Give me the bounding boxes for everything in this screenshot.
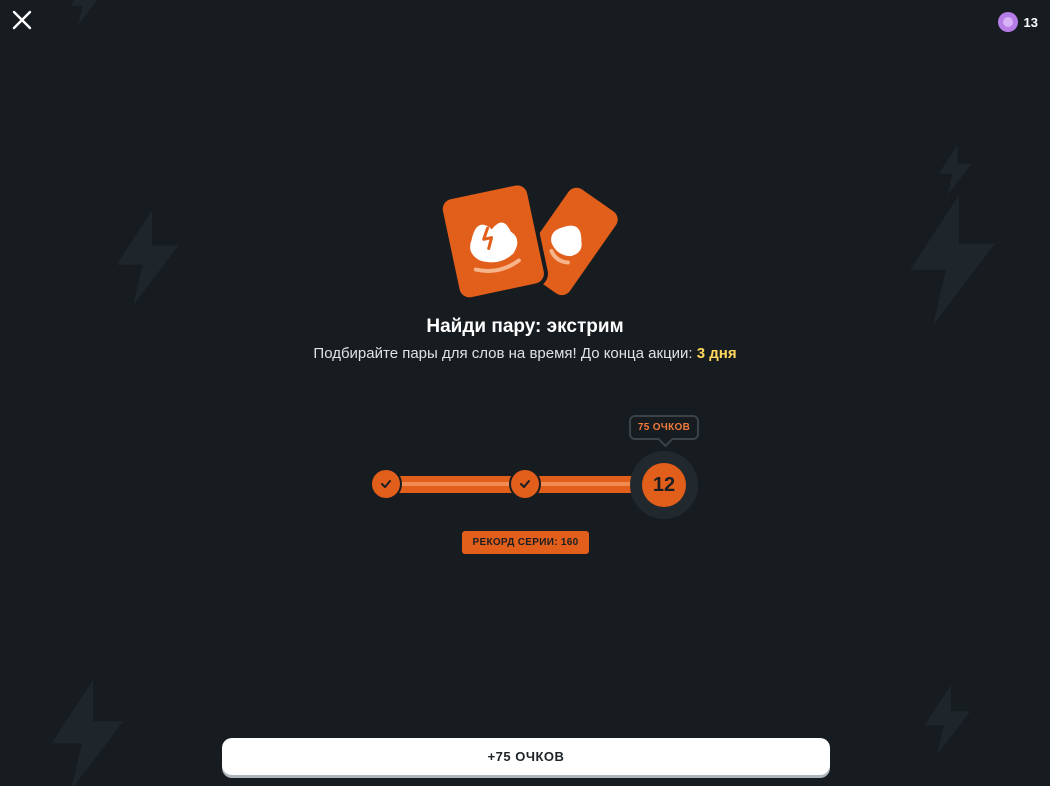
- bolt-bg-icon: [938, 145, 972, 195]
- step-node-completed: [509, 468, 541, 500]
- close-icon: [12, 10, 32, 30]
- checkmark-icon: [520, 480, 530, 488]
- bolt-bg-icon: [116, 210, 179, 305]
- checkmark-icon: [381, 480, 391, 488]
- claim-points-button[interactable]: +75 ОЧКОВ: [222, 738, 830, 775]
- step-node-completed: [370, 468, 402, 500]
- reward-tooltip: 75 ОЧКОВ: [629, 415, 699, 440]
- current-step-node: 12: [642, 463, 686, 507]
- page-title: Найди пару: экстрим: [426, 316, 624, 337]
- cards-icon: [438, 181, 620, 302]
- bolt-bg-icon: [924, 685, 971, 755]
- bolt-bg-icon: [70, 0, 98, 25]
- gem-icon: [997, 12, 1018, 32]
- days-left-highlight: 3 дня: [696, 345, 737, 362]
- close-button[interactable]: [8, 6, 36, 34]
- page-subtitle: Подбирайте пары для слов на время! До ко…: [0, 345, 1050, 362]
- bolt-bg-icon: [910, 195, 995, 325]
- gems-count: 13: [1023, 14, 1038, 30]
- streak-record-badge: РЕКОРД СЕРИИ: 160: [462, 531, 589, 554]
- gems-counter[interactable]: 13: [997, 12, 1038, 32]
- bolt-bg-icon: [51, 680, 124, 786]
- subtitle-text: Подбирайте пары для слов на время! До ко…: [313, 345, 697, 362]
